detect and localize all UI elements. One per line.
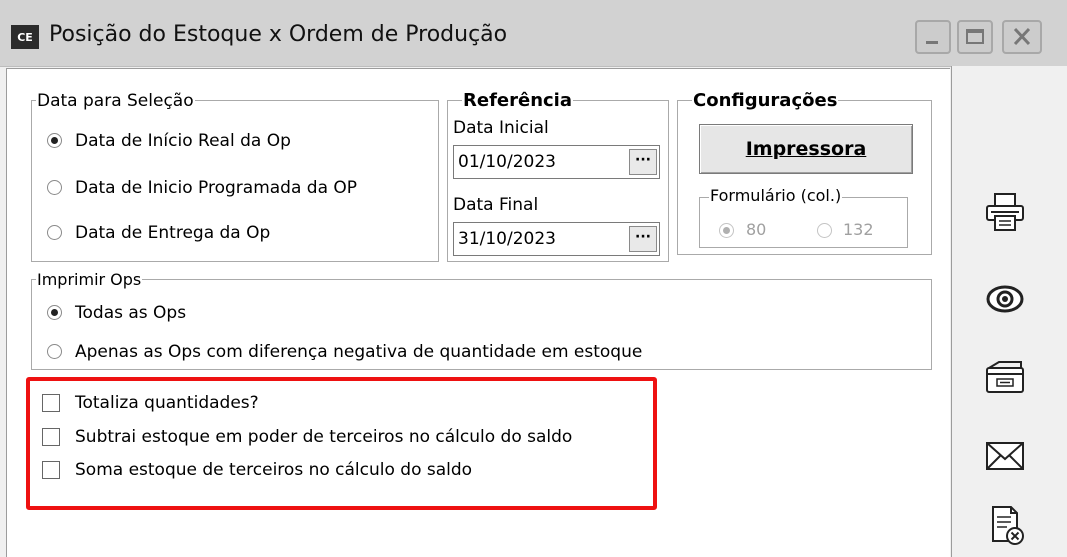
configuracoes-title: Configurações [692, 90, 839, 111]
maximize-button[interactable] [957, 20, 993, 54]
minimize-icon [926, 41, 938, 44]
data-final-picker-button[interactable]: ··· [629, 226, 657, 252]
export-document-icon[interactable] [983, 503, 1027, 547]
data-selecao-title: Data para Seleção [36, 91, 195, 111]
data-inicial-value[interactable]: 01/10/2023 [458, 151, 556, 173]
title-bar[interactable]: CE Posição do Estoque x Ordem de Produçã… [0, 0, 1067, 67]
preview-eye-icon[interactable] [983, 277, 1027, 321]
radio-formulario-132[interactable] [817, 223, 832, 238]
radio-data-inicio-programada[interactable] [47, 180, 62, 195]
highlight-annotation-box [26, 377, 657, 510]
data-inicial-picker-button[interactable]: ··· [629, 149, 657, 175]
formulario-title: Formulário (col.) [709, 186, 843, 205]
impressora-button-label: Impressora [745, 138, 867, 160]
radio-data-inicio-programada-label[interactable]: Data de Inicio Programada da OP [75, 177, 357, 199]
data-inicial-label: Data Inicial [453, 118, 549, 138]
data-inicial-field[interactable]: 01/10/2023 ··· [453, 145, 660, 179]
app-icon: CE [11, 25, 39, 49]
radio-formulario-132-label[interactable]: 132 [843, 219, 874, 241]
data-final-field[interactable]: 31/10/2023 ··· [453, 222, 660, 256]
radio-data-entrega-label[interactable]: Data de Entrega da Op [75, 222, 270, 244]
minimize-button[interactable] [915, 20, 951, 54]
close-button[interactable] [1002, 20, 1042, 54]
printer-icon[interactable] [983, 190, 1027, 234]
printer-setup-icon[interactable] [983, 356, 1027, 400]
radio-data-inicio-real[interactable] [47, 133, 62, 148]
radio-ops-diferenca-negativa-label[interactable]: Apenas as Ops com diferença negativa de … [75, 341, 642, 363]
radio-formulario-80[interactable] [719, 223, 734, 238]
radio-data-inicio-real-label[interactable]: Data de Início Real da Op [75, 130, 291, 152]
report-window: CE Posição do Estoque x Ordem de Produçã… [0, 0, 1067, 557]
email-envelope-icon[interactable] [983, 434, 1027, 478]
imprimir-ops-title: Imprimir Ops [36, 270, 143, 290]
radio-todas-ops-label[interactable]: Todas as Ops [75, 302, 186, 324]
window-title: Posição do Estoque x Ordem de Produção [49, 22, 508, 47]
data-final-value[interactable]: 31/10/2023 [458, 228, 556, 250]
close-icon [1013, 27, 1031, 46]
radio-data-entrega[interactable] [47, 225, 62, 240]
maximize-icon [966, 29, 984, 44]
radio-formulario-80-label[interactable]: 80 [746, 219, 766, 241]
radio-ops-diferenca-negativa[interactable] [47, 344, 62, 359]
data-final-label: Data Final [453, 195, 539, 215]
impressora-button[interactable]: Impressora [699, 124, 913, 174]
referencia-title: Referência [462, 90, 573, 111]
radio-todas-ops[interactable] [47, 305, 62, 320]
